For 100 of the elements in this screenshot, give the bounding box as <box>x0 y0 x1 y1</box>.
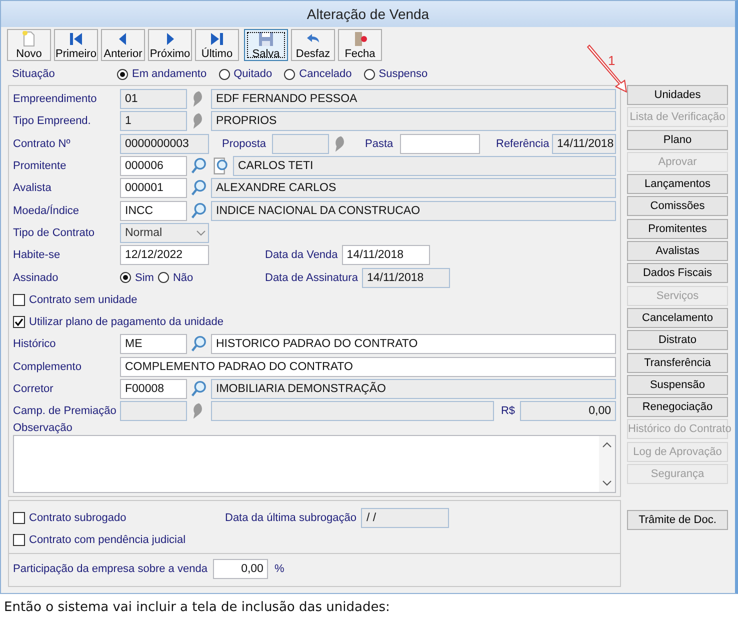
code-field[interactable]: F00008 <box>120 379 187 399</box>
status-radio[interactable]: Quitado <box>218 68 272 80</box>
first-record-icon <box>68 30 84 46</box>
side-button[interactable]: Avalistas <box>627 241 728 262</box>
status-radio[interactable]: Suspenso <box>364 68 428 80</box>
field-label: Contrato Nº <box>13 138 72 150</box>
caption-text: Então o sistema vai incluir a tela de inclusão das unidades: <box>4 600 390 615</box>
side-button[interactable]: Lançamentos <box>627 174 728 194</box>
annotation-number: 1 <box>608 53 616 68</box>
field-label: Empreendimento <box>13 93 98 106</box>
field-label: Promitente <box>13 160 68 172</box>
code-field[interactable]: INCC <box>120 200 187 221</box>
toolbar-button[interactable]: Próximo <box>148 29 192 61</box>
toolbar-button[interactable]: Salva <box>244 29 288 61</box>
search-icon[interactable] <box>189 334 209 354</box>
toolbar-button[interactable]: Anterior <box>101 29 145 61</box>
option-checkbox[interactable]: Contrato sem unidade <box>13 294 138 306</box>
status-radio[interactable]: Em andamento <box>117 68 207 80</box>
scroll-up-icon[interactable] <box>602 442 612 448</box>
side-button[interactable]: Distrato <box>627 330 728 350</box>
code-field[interactable]: 000001 <box>120 178 187 198</box>
field-label: Referência <box>496 138 550 150</box>
side-button[interactable]: Trâmite de Doc. <box>627 510 728 530</box>
complement-field[interactable]: COMPLEMENTO PADRAO DO CONTRATO <box>120 356 616 377</box>
search-icon[interactable] <box>189 156 209 176</box>
field-label: Data de Assinatura <box>265 272 358 284</box>
description-field[interactable]: ALEXANDRE CARLOS <box>211 178 616 198</box>
side-button[interactable]: Plano <box>627 130 728 150</box>
side-button[interactable]: Comissões <box>627 196 728 216</box>
code-field[interactable] <box>120 401 187 422</box>
toolbar-button[interactable]: Desfaz <box>291 29 335 61</box>
signed-radio[interactable]: Não <box>158 272 194 284</box>
field-label: Pasta <box>365 138 394 150</box>
description-field[interactable]: PROPRIOS <box>211 111 616 132</box>
search-icon[interactable] <box>189 178 209 198</box>
side-button[interactable]: Cancelamento <box>627 308 728 328</box>
currency-label: R$ <box>500 405 515 418</box>
folder-field[interactable] <box>400 134 480 154</box>
status-radio[interactable]: Cancelado <box>284 68 352 80</box>
date-field[interactable]: / / <box>361 508 450 528</box>
field-label: Tipo de Contrato <box>13 226 96 239</box>
side-button[interactable]: Unidades <box>627 85 728 105</box>
field-label: Data da última subrogação <box>225 512 356 524</box>
code-field[interactable]: 1 <box>120 111 187 132</box>
field-label: Situação <box>12 68 56 80</box>
option-checkbox[interactable]: Contrato subrogado <box>13 512 223 524</box>
window-title: Alteração de Venda <box>306 6 430 22</box>
field-label: Camp. de Premiação <box>13 405 118 418</box>
date-field[interactable]: 14/11/2018 <box>362 268 450 288</box>
field-label: Complemento <box>13 360 82 373</box>
new-page-icon <box>21 30 37 46</box>
description-field[interactable]: INDICE NACIONAL DA CONSTRUCAO <box>211 200 616 221</box>
field-label: Assinado <box>13 272 60 284</box>
description-field[interactable]: EDF FERNANDO PESSOA <box>211 89 616 110</box>
date-field[interactable]: 14/11/2018 <box>342 245 430 266</box>
field-label: Observação <box>13 422 74 434</box>
side-button[interactable]: Dados Fiscais <box>627 263 728 284</box>
chevron-icon <box>196 230 206 236</box>
save-icon <box>258 30 274 46</box>
side-button[interactable]: Promitentes <box>627 218 728 239</box>
field-label: Participação da empresa sobre a venda <box>13 563 208 576</box>
proposal-field[interactable] <box>272 134 329 154</box>
field-label: Avalista <box>13 182 52 194</box>
side-button[interactable]: Renegociação <box>627 397 728 418</box>
exit-door-icon <box>352 30 368 46</box>
side-button[interactable]: Transferência <box>627 352 728 373</box>
search-icon[interactable] <box>189 200 209 221</box>
toolbar-button[interactable]: Primeiro <box>54 29 98 61</box>
field-label: Habite-se <box>13 249 62 262</box>
toolbar-button[interactable]: Fecha <box>338 29 382 61</box>
field-label: Proposta <box>222 138 268 150</box>
amount-field[interactable]: 0,00 <box>520 401 616 422</box>
percentage-field[interactable]: 0,00 <box>213 559 268 580</box>
checkmark-icon <box>14 317 24 328</box>
reference-field[interactable]: 14/11/2018 <box>552 134 616 154</box>
unit-label: % <box>274 563 284 576</box>
code-field[interactable]: 01 <box>120 89 187 110</box>
description-field[interactable]: IMOBILIARIA DEMONSTRAÇÃO <box>211 379 616 399</box>
annotation-arrow <box>585 44 629 94</box>
signed-radio[interactable]: Sim <box>120 272 154 284</box>
description-field[interactable]: CARLOS TETI <box>233 156 616 176</box>
side-button[interactable]: Suspensão <box>627 374 728 395</box>
option-checkbox[interactable]: Contrato com pendência judicial <box>13 534 186 546</box>
option-checkbox[interactable]: Utilizar plano de pagamento da unidade <box>13 316 224 328</box>
code-field[interactable]: ME <box>120 334 187 354</box>
toolbar-button[interactable]: Novo <box>7 29 51 61</box>
description-field[interactable]: HISTORICO PADRAO DO CONTRATO <box>211 334 616 354</box>
code-field[interactable]: 000006 <box>120 156 187 176</box>
field-label: Corretor <box>13 383 54 395</box>
scrollbar[interactable] <box>599 436 615 492</box>
scroll-down-icon[interactable] <box>602 480 612 486</box>
contract-number-field[interactable]: 0000000003 <box>120 134 209 154</box>
search-icon[interactable] <box>189 379 209 399</box>
field-label: Moeda/Índice <box>13 204 80 217</box>
description-field[interactable] <box>211 401 494 422</box>
last-record-icon <box>209 30 225 46</box>
field-label: Tipo Empreend. <box>13 115 92 128</box>
field-label: Histórico <box>13 338 57 350</box>
toolbar-button[interactable]: Último <box>195 29 239 61</box>
date-field[interactable]: 12/12/2022 <box>120 245 209 266</box>
